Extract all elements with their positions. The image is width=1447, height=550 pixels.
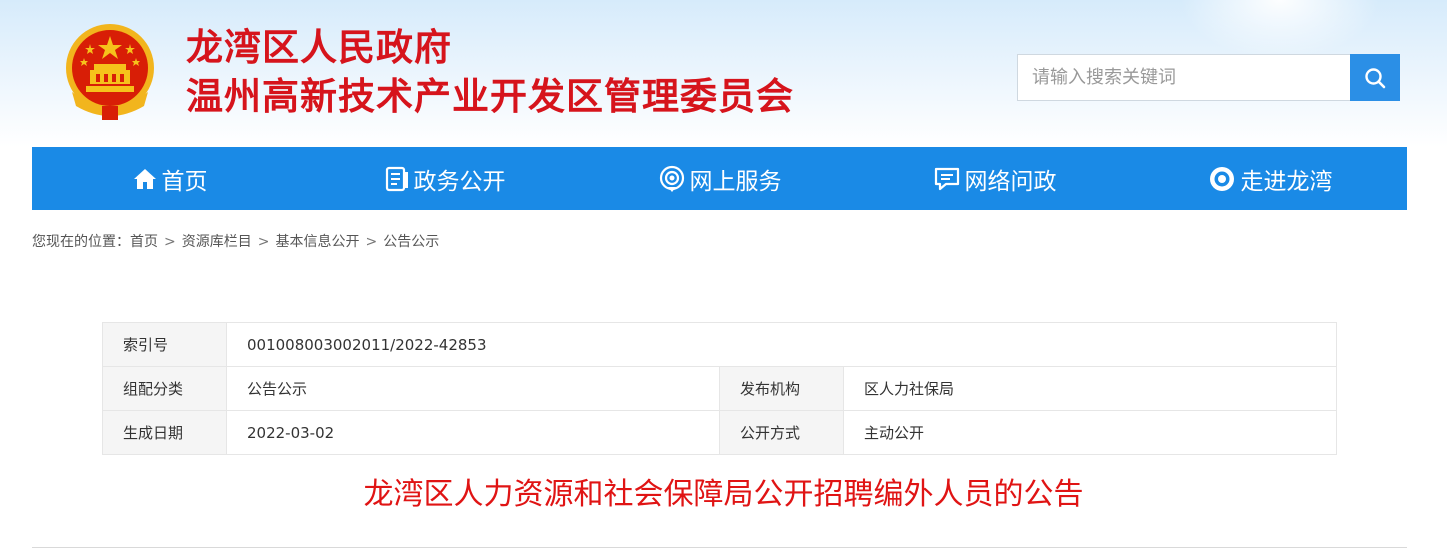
search-button[interactable] <box>1350 54 1400 101</box>
breadcrumb-item-resources[interactable]: 资源库栏目 <box>182 234 252 250</box>
header-glow <box>1180 0 1380 60</box>
breadcrumb-separator: > <box>365 234 378 250</box>
nav-item-government-affairs[interactable]: 政务公开 <box>307 147 582 210</box>
meta-category-label: 组配分类 <box>102 366 227 411</box>
document-meta-table: 索引号 001008003002011/2022-42853 组配分类 公告公示… <box>102 322 1337 455</box>
nav-item-home[interactable]: 首页 <box>32 147 307 210</box>
nav-item-label: 首页 <box>161 168 208 195</box>
nav-item-online-inquiry[interactable]: 网络问政 <box>857 147 1132 210</box>
main-nav: 首页 政务公开 网上服务 网络问政 走进龙湾 <box>32 147 1407 210</box>
search-bar <box>1017 54 1400 101</box>
meta-date-value: 2022-03-02 <box>226 410 720 455</box>
nav-item-online-services[interactable]: 网上服务 <box>582 147 857 210</box>
meta-row-index: 索引号 001008003002011/2022-42853 <box>102 322 1337 367</box>
breadcrumb-item-basic-info[interactable]: 基本信息公开 <box>275 234 359 250</box>
article-title: 龙湾区人力资源和社会保障局公开招聘编外人员的公告 <box>363 477 1084 512</box>
meta-publisher-value: 区人力社保局 <box>843 366 1337 411</box>
signal-icon <box>659 165 684 192</box>
site-title: 龙湾区人民政府 温州高新技术产业开发区管理委员会 <box>186 24 794 122</box>
eye-icon <box>1209 166 1234 191</box>
national-emblem-icon <box>66 24 154 120</box>
nav-item-about-longwan[interactable]: 走进龙湾 <box>1132 147 1407 210</box>
meta-disclosure-value: 主动公开 <box>843 410 1337 455</box>
meta-publisher-label: 发布机构 <box>719 366 844 411</box>
search-input[interactable] <box>1017 54 1350 101</box>
site-title-line2: 温州高新技术产业开发区管理委员会 <box>186 75 794 118</box>
breadcrumb-separator: > <box>257 234 270 250</box>
nav-item-label: 网络问政 <box>964 168 1057 195</box>
meta-date-label: 生成日期 <box>102 410 227 455</box>
meta-index-label: 索引号 <box>102 322 227 367</box>
meta-row-category: 组配分类 公告公示 发布机构 区人力社保局 <box>102 366 1337 411</box>
nav-item-label: 走进龙湾 <box>1240 168 1333 195</box>
site-title-line1: 龙湾区人民政府 <box>186 26 452 69</box>
search-icon <box>1365 67 1386 88</box>
breadcrumb-item-notices[interactable]: 公告公示 <box>383 234 439 250</box>
breadcrumb-prefix: 您现在的位置： <box>32 234 130 250</box>
home-icon <box>133 168 156 189</box>
meta-row-date: 生成日期 2022-03-02 公开方式 主动公开 <box>102 410 1337 455</box>
breadcrumb-item-home[interactable]: 首页 <box>130 234 158 250</box>
meta-disclosure-label: 公开方式 <box>719 410 844 455</box>
nav-item-label: 政务公开 <box>413 168 506 195</box>
site-header: 龙湾区人民政府 温州高新技术产业开发区管理委员会 <box>0 0 1447 147</box>
nav-item-label: 网上服务 <box>689 168 782 195</box>
meta-category-value: 公告公示 <box>226 366 720 411</box>
document-icon <box>385 166 408 191</box>
chat-icon <box>934 167 959 190</box>
breadcrumb-separator: > <box>164 234 176 250</box>
content-divider <box>32 547 1407 548</box>
breadcrumb: 您现在的位置：首页 > 资源库栏目 > 基本信息公开 > 公告公示 <box>32 232 439 252</box>
meta-index-value: 001008003002011/2022-42853 <box>226 322 1337 367</box>
